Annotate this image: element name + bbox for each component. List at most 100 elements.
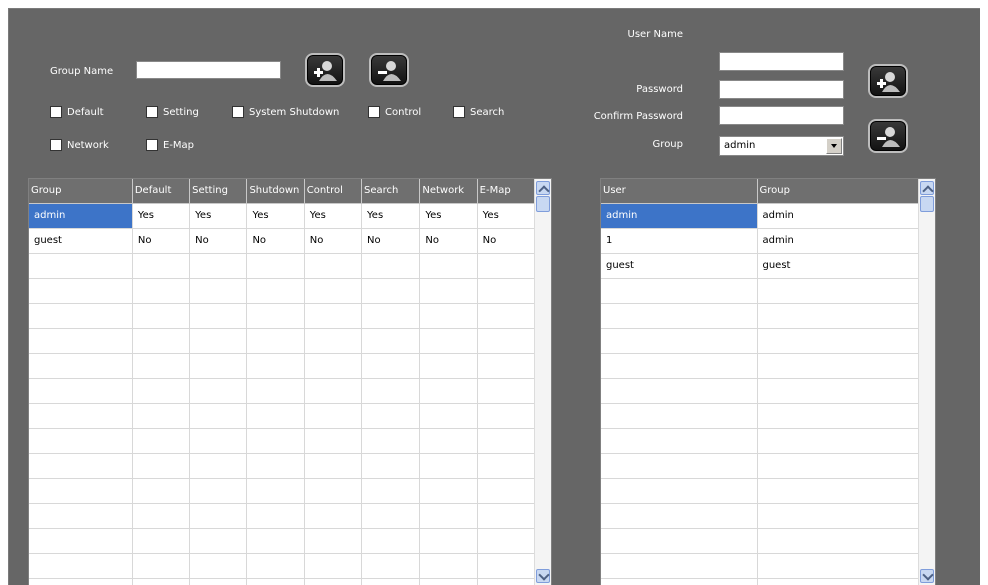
user-name-input[interactable]: [719, 52, 844, 71]
groups-table: Group Default Setting Shutdown Control S…: [28, 178, 552, 585]
column-header[interactable]: Shutdown: [246, 179, 305, 204]
column-header[interactable]: E-Map: [477, 179, 536, 204]
scroll-thumb[interactable]: [536, 196, 550, 212]
group-name-input[interactable]: [136, 61, 281, 79]
table-row[interactable]: guest No No No No No No No: [29, 228, 536, 254]
table-row[interactable]: admin admin: [601, 203, 920, 229]
checkbox-box[interactable]: [232, 106, 244, 118]
empty-table-cell: [132, 553, 191, 579]
checkbox-box[interactable]: [50, 106, 62, 118]
table-cell[interactable]: 1: [601, 228, 758, 254]
empty-table-row: [29, 578, 536, 585]
empty-table-cell: [757, 403, 920, 429]
table-cell[interactable]: guest: [29, 228, 133, 254]
column-header[interactable]: Network: [419, 179, 478, 204]
checkbox-box[interactable]: [368, 106, 380, 118]
empty-table-row: [29, 378, 536, 404]
empty-table-cell: [29, 303, 133, 329]
empty-table-row: [601, 328, 920, 354]
empty-table-cell: [601, 328, 758, 354]
table-cell[interactable]: No: [477, 228, 536, 254]
table-cell[interactable]: Yes: [419, 203, 478, 229]
checkbox-box[interactable]: [146, 106, 158, 118]
scroll-down-icon[interactable]: [920, 569, 934, 583]
group-select-value: admin: [724, 140, 756, 151]
table-cell[interactable]: Yes: [189, 203, 248, 229]
table-cell[interactable]: Yes: [477, 203, 536, 229]
table-row[interactable]: admin Yes Yes Yes Yes Yes Yes Yes: [29, 203, 536, 229]
password-input[interactable]: [719, 80, 844, 99]
empty-table-cell: [361, 453, 421, 479]
empty-table-cell: [477, 428, 536, 454]
column-header[interactable]: Group: [29, 179, 133, 204]
remove-user-button[interactable]: [868, 119, 908, 153]
groups-grid: Group Default Setting Shutdown Control S…: [29, 179, 536, 585]
empty-table-cell: [246, 428, 305, 454]
scroll-thumb[interactable]: [920, 196, 934, 212]
checkbox-search[interactable]: Search: [453, 106, 504, 118]
checkbox-emap-label: E-Map: [163, 139, 195, 151]
checkbox-emap[interactable]: E-Map: [146, 139, 194, 151]
table-row[interactable]: guest guest: [601, 253, 920, 279]
chevron-down-icon[interactable]: [826, 138, 842, 154]
empty-table-cell: [246, 303, 305, 329]
table-cell[interactable]: admin: [757, 203, 920, 229]
table-cell[interactable]: Yes: [304, 203, 363, 229]
checkbox-box[interactable]: [50, 139, 62, 151]
empty-table-cell: [757, 353, 920, 379]
remove-group-button[interactable]: [369, 53, 409, 87]
groups-scrollbar[interactable]: [534, 179, 551, 585]
add-user-button[interactable]: [868, 64, 908, 98]
empty-table-cell: [189, 403, 248, 429]
confirm-password-input[interactable]: [719, 106, 844, 125]
empty-table-cell: [132, 278, 191, 304]
table-cell[interactable]: guest: [757, 253, 920, 279]
table-cell[interactable]: Yes: [361, 203, 421, 229]
empty-table-row: [29, 328, 536, 354]
table-cell[interactable]: admin: [29, 203, 133, 229]
table-cell[interactable]: No: [419, 228, 478, 254]
column-header[interactable]: Search: [361, 179, 421, 204]
column-header[interactable]: Group: [757, 179, 920, 204]
empty-table-row: [29, 503, 536, 529]
table-cell[interactable]: No: [361, 228, 421, 254]
table-cell[interactable]: guest: [601, 253, 758, 279]
checkbox-box[interactable]: [453, 106, 465, 118]
scroll-up-icon[interactable]: [536, 181, 550, 195]
table-cell[interactable]: admin: [757, 228, 920, 254]
empty-table-cell: [419, 328, 478, 354]
column-header[interactable]: Setting: [189, 179, 248, 204]
checkbox-system-shutdown[interactable]: System Shutdown: [232, 106, 339, 118]
group-name-label: Group Name: [50, 66, 114, 77]
empty-table-cell: [304, 353, 363, 379]
checkbox-box[interactable]: [146, 139, 158, 151]
table-cell[interactable]: No: [132, 228, 191, 254]
empty-table-cell: [246, 253, 305, 279]
empty-table-cell: [29, 553, 133, 579]
checkbox-setting[interactable]: Setting: [146, 106, 199, 118]
empty-table-cell: [477, 453, 536, 479]
table-row[interactable]: 1 admin: [601, 228, 920, 254]
scroll-up-icon[interactable]: [920, 181, 934, 195]
users-scrollbar[interactable]: [918, 179, 935, 585]
checkbox-default[interactable]: Default: [50, 106, 104, 118]
empty-table-row: [29, 253, 536, 279]
empty-table-cell: [189, 553, 248, 579]
checkbox-control[interactable]: Control: [368, 106, 421, 118]
table-cell[interactable]: No: [189, 228, 248, 254]
table-cell[interactable]: admin: [601, 203, 758, 229]
column-header[interactable]: Default: [132, 179, 191, 204]
column-header[interactable]: User: [601, 179, 758, 204]
add-group-button[interactable]: [305, 53, 345, 87]
table-cell[interactable]: Yes: [246, 203, 305, 229]
column-header[interactable]: Control: [304, 179, 363, 204]
group-select[interactable]: admin: [719, 136, 844, 156]
empty-table-cell: [246, 578, 305, 585]
table-cell[interactable]: No: [246, 228, 305, 254]
empty-table-cell: [757, 478, 920, 504]
table-cell[interactable]: No: [304, 228, 363, 254]
checkbox-network[interactable]: Network: [50, 139, 109, 151]
table-cell[interactable]: Yes: [132, 203, 191, 229]
scroll-down-icon[interactable]: [536, 569, 550, 583]
empty-table-cell: [189, 278, 248, 304]
